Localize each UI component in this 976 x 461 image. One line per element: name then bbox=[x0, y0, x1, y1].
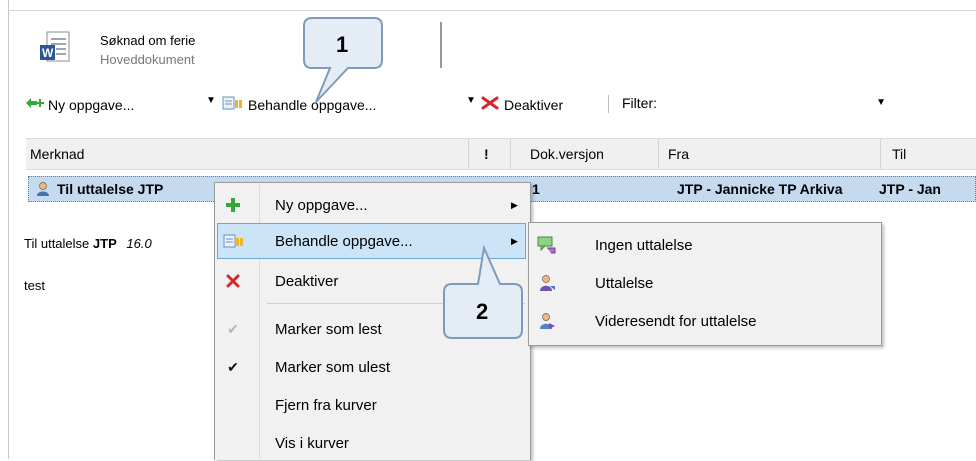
new-task-label: Ny oppgave... bbox=[48, 96, 135, 113]
comment-text: test bbox=[24, 278, 45, 293]
filter-label: Filter: bbox=[622, 95, 657, 111]
menu-item-new-task[interactable]: Ny oppgave... ▶ bbox=[217, 187, 526, 223]
menu-item-label: Behandle oppgave... bbox=[275, 232, 413, 250]
comment-date: 16.0 bbox=[126, 236, 152, 251]
column-divider[interactable] bbox=[658, 139, 659, 169]
window-left-border bbox=[8, 0, 9, 459]
document-title[interactable]: Søknad om ferie bbox=[100, 33, 195, 48]
speech-bubble-icon bbox=[535, 233, 559, 257]
column-header-merknad[interactable]: Merknad bbox=[30, 146, 84, 162]
svg-text:W: W bbox=[42, 46, 54, 60]
process-task-icon bbox=[222, 229, 246, 253]
person-forward-icon bbox=[535, 309, 559, 333]
submenu-item-no-statement[interactable]: Ingen uttalelse bbox=[531, 227, 877, 263]
submenu-item-forwarded-for-statement[interactable]: Videresendt for uttalelse bbox=[531, 303, 877, 339]
submenu-arrow-icon: ▶ bbox=[511, 199, 518, 210]
new-task-dropdown-icon[interactable]: ▼ bbox=[206, 95, 216, 106]
task-toolbar: Ny oppgave... ▼ Behandle oppgave... ▼ De… bbox=[24, 90, 976, 118]
process-task-submenu: Ingen uttalelse Uttalelse Videresendt fo… bbox=[528, 222, 882, 346]
red-x-icon bbox=[221, 269, 245, 293]
column-header-til[interactable]: Til bbox=[892, 146, 906, 162]
column-divider[interactable] bbox=[880, 139, 881, 169]
callout-1-number: 1 bbox=[336, 32, 349, 57]
menu-item-label: Vis i kurver bbox=[275, 434, 349, 452]
row-merknad: Til uttalelse JTP bbox=[57, 181, 164, 197]
check-gray-icon: ✔ bbox=[227, 320, 239, 337]
column-divider[interactable] bbox=[510, 139, 511, 169]
toolbar-separator bbox=[608, 95, 609, 113]
submenu-item-statement[interactable]: Uttalelse bbox=[531, 265, 877, 301]
callout-1: 1 bbox=[302, 14, 388, 106]
column-header-dok-versjon[interactable]: Dok.versjon bbox=[530, 146, 604, 162]
plus-icon bbox=[221, 193, 245, 217]
row-til: JTP - Jan bbox=[879, 181, 941, 197]
submenu-item-label: Ingen uttalelse bbox=[595, 236, 693, 254]
row-dok-versjon: 1 bbox=[532, 181, 540, 197]
menu-item-label: Deaktiver bbox=[275, 272, 339, 290]
menu-item-label: Marker som ulest bbox=[275, 358, 391, 376]
callout-2-number: 2 bbox=[476, 299, 489, 324]
submenu-item-label: Uttalelse bbox=[595, 274, 654, 292]
submenu-item-label: Videresendt for uttalelse bbox=[595, 312, 757, 330]
menu-item-show-in-baskets[interactable]: Vis i kurver bbox=[217, 425, 526, 461]
comment-prefix: Til uttalelse bbox=[24, 236, 90, 251]
red-x-icon bbox=[480, 95, 500, 114]
menu-item-label: Fjern fra kurver bbox=[275, 396, 377, 414]
document-subtitle: Hoveddokument bbox=[100, 52, 195, 66]
menu-item-remove-from-baskets[interactable]: Fjern fra kurver bbox=[217, 387, 526, 423]
window-top-border bbox=[8, 10, 976, 11]
person-icon bbox=[535, 271, 559, 295]
header-divider bbox=[440, 22, 442, 68]
comment-who: JTP bbox=[92, 236, 117, 251]
filter-combobox[interactable]: ▼ bbox=[676, 92, 888, 114]
deactivate-label: Deaktiver bbox=[504, 96, 564, 113]
filter-dropdown-icon[interactable]: ▼ bbox=[876, 97, 886, 108]
grid-header: Merknad ! Dok.versjon Fra Til bbox=[26, 138, 976, 170]
callout-2: 2 bbox=[438, 244, 530, 344]
menu-item-label: Marker som lest bbox=[275, 320, 382, 338]
column-header-priority[interactable]: ! bbox=[484, 146, 489, 162]
check-icon: ✔ bbox=[227, 358, 239, 375]
comment-header: Til uttalelse JTP 16.0 bbox=[24, 236, 152, 251]
deactivate-button[interactable]: Deaktiver bbox=[480, 95, 563, 114]
word-document-icon: W bbox=[38, 30, 72, 64]
menu-item-label: Ny oppgave... bbox=[275, 196, 368, 214]
process-task-dropdown-icon[interactable]: ▼ bbox=[466, 95, 476, 106]
menu-item-mark-unread[interactable]: ✔ Marker som ulest bbox=[217, 349, 526, 385]
column-divider[interactable] bbox=[468, 139, 469, 169]
row-fra: JTP - Jannicke TP Arkiva bbox=[677, 181, 843, 197]
person-icon bbox=[35, 181, 51, 200]
process-task-icon bbox=[222, 95, 244, 114]
new-task-button[interactable]: Ny oppgave... bbox=[24, 95, 134, 114]
plus-arrow-icon bbox=[24, 95, 44, 114]
column-header-fra[interactable]: Fra bbox=[668, 146, 689, 162]
